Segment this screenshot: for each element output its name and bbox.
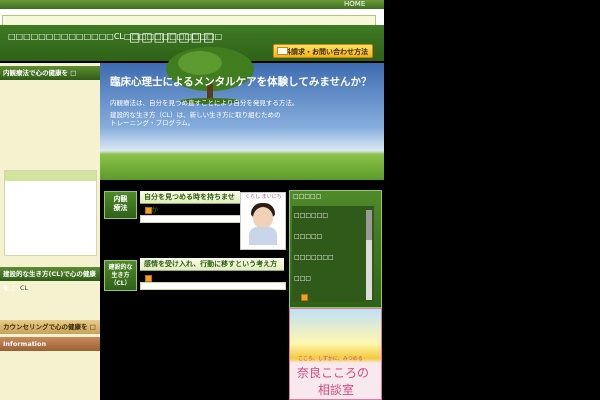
badge-text: 療法 [113,204,128,212]
site-title[interactable]: □□□□□□□ [129,30,215,44]
bullet-icon [145,275,152,282]
top-nav-bar [0,0,384,9]
news-item[interactable]: □□□□□□□ [294,254,334,261]
banner-subtitle: こころ、しずかに、みつめる [298,356,363,362]
banner-title: 相談室 [318,383,355,397]
sidebar-item-counseling[interactable]: カウンセリングで心の健康を □ [0,320,100,334]
section-title-naikan[interactable]: 自分を見つめる時を持ちませんか [140,191,240,214]
section-title-cl[interactable]: 感情を受け入れ、行動に移すという考え方 [140,258,284,271]
news-title: □□□□□ [293,193,322,200]
mail-icon [277,47,288,55]
news-scrollbar-thumb[interactable] [366,210,372,240]
section-divider [140,282,286,290]
sidebar-subitem-cl[interactable]: CL [20,284,28,292]
bullet-icon [301,294,308,301]
photo-caption: くらし まいにち [245,194,282,200]
bullet-icon [145,207,152,214]
badge-text: 建設的な [108,264,133,271]
cl-badge[interactable]: 建設的な 生き方 （CL） [104,260,137,291]
contact-button-label: 資料請求・お問い合わせ方法 [277,48,368,56]
sidebar-box [4,170,97,256]
news-item[interactable]: □□□□□□ [294,212,328,219]
contact-button[interactable]: 資料請求・お問い合わせ方法 [273,44,373,58]
hero-description-line: 内観療法は、自分を見つめ直すことにより自分を発見する方法。 [110,99,299,107]
news-item[interactable]: □□□□□ [294,233,322,240]
hero-description-line: トレーニング・プログラム。 [110,119,195,127]
badge-text: 生き方 [111,272,130,279]
badge-text: （CL） [110,280,131,287]
hero-title: 臨床心理士によるメンタルケアを体験してみませんか？ [110,76,372,88]
badge-text: 内観 [113,195,128,203]
naikan-badge[interactable]: 内観 療法 [104,191,137,219]
home-link[interactable]: HOME [344,0,365,9]
counselor-photo [240,192,286,250]
sidebar-item-cl[interactable]: 建設的な生き方(CL)で心の健康を □ [0,267,100,292]
sidebar-item-information[interactable]: Information [0,337,100,351]
section-divider [140,215,242,223]
sidebar-item-naikan[interactable]: 内観療法で心の健康を □ [0,66,100,80]
news-item[interactable]: □□□ [294,275,311,282]
banner-title: 奈良こころの [297,366,370,380]
